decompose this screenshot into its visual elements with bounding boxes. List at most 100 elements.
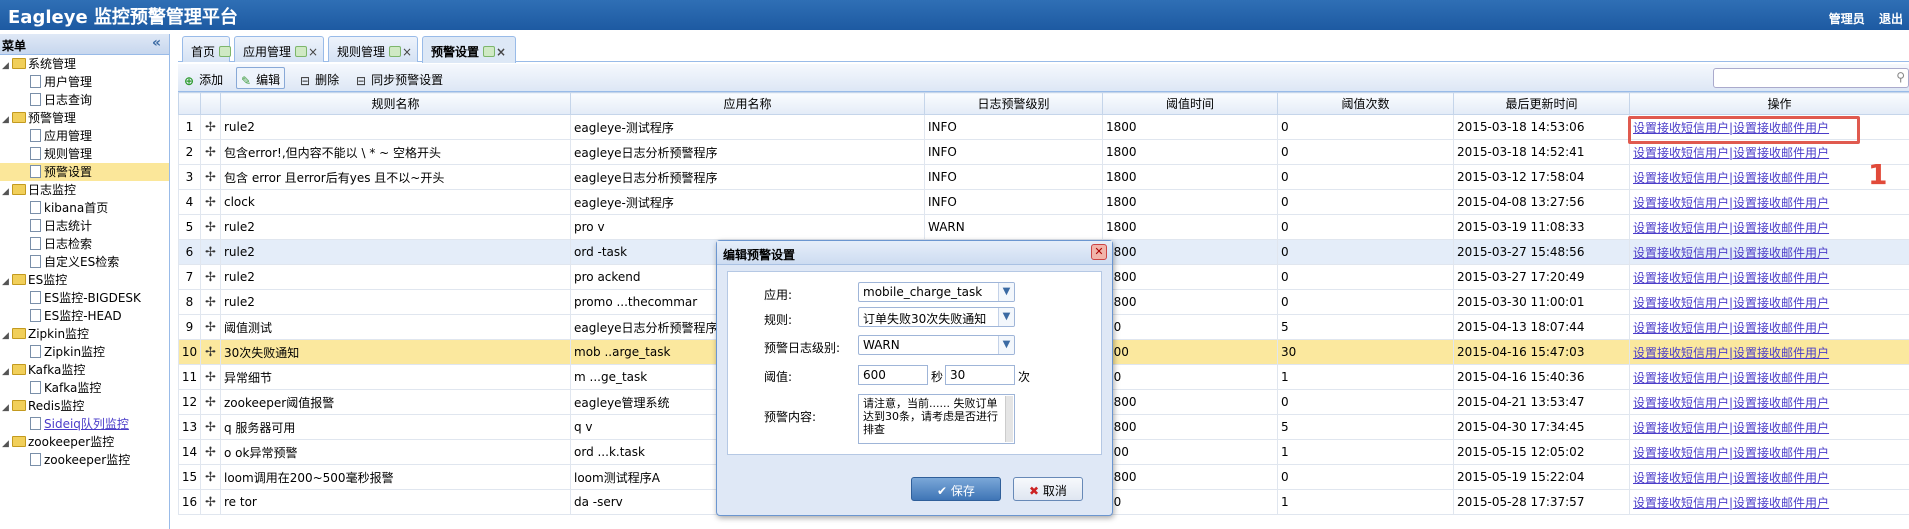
table-row[interactable]: 5 ✢ rule2 pro v WARN 1800 0 2015-03-19 11:08:33… [178,214,1909,240]
expand-row-icon[interactable]: ✢ [200,364,221,390]
set-recipients-link[interactable]: 设置接收短信用户|设置接收邮件用户 [1633,346,1829,360]
expand-row-icon[interactable]: ✢ [200,464,221,490]
rule-select[interactable]: 订单失败30次失败通知 ▼ [858,307,1015,327]
table-row[interactable]: 4 ✢ clock eagleye-测试程序 INFO 1800 0 2015-04-08 1… [178,189,1909,215]
set-recipients-link[interactable]: 设置接收短信用户|设置接收邮件用户 [1633,396,1829,410]
menu-label: 用户管理 [44,75,93,89]
expand-row-icon[interactable]: ✢ [200,139,221,165]
expand-row-icon[interactable]: ✢ [200,264,221,290]
sync-button[interactable]: ⊟ 同步预警设置 [352,67,447,89]
refresh-icon[interactable] [295,46,308,57]
menu-item[interactable]: 日志统计 [0,217,169,235]
expand-row-icon[interactable]: ✢ [200,489,221,515]
column-header[interactable]: 规则名称 [220,92,571,115]
expand-row-icon[interactable]: ✢ [200,414,221,440]
expand-row-icon[interactable]: ✢ [200,164,221,190]
chevron-down-icon[interactable]: ▼ [998,308,1014,326]
set-recipients-link[interactable]: 设置接收短信用户|设置接收邮件用户 [1633,296,1829,310]
column-header[interactable]: 阈值时间 [1102,92,1278,115]
set-recipients-link[interactable]: 设置接收短信用户|设置接收邮件用户 [1633,371,1829,385]
tab-alert-settings[interactable]: 预警设置 × [422,36,516,63]
menu-folder[interactable]: ◢ Redis监控 [0,397,169,415]
close-icon[interactable]: × [308,45,318,59]
menu-folder[interactable]: ◢ 日志监控 [0,181,169,199]
search-input[interactable]: ⚲ [1713,68,1909,88]
menu-item[interactable]: Zipkin监控 [0,343,169,361]
menu-item[interactable]: ES监控-HEAD [0,307,169,325]
menu-folder[interactable]: ◢ ES监控 [0,271,169,289]
delete-button[interactable]: ⊟ 删除 [296,67,343,89]
content-textarea[interactable]: 请注意，当前...... 失败订单达到30条，请考虑是否进行排查 [858,394,1015,444]
expand-row-icon[interactable]: ✢ [200,239,221,265]
collapse-icon[interactable]: « [152,35,161,51]
menu-item[interactable]: zookeeper监控 [0,451,169,469]
menu-item[interactable]: 日志检索 [0,235,169,253]
edit-button[interactable]: ✎ 编辑 [236,67,286,89]
set-recipients-link[interactable]: 设置接收短信用户|设置接收邮件用户 [1633,421,1829,435]
set-recipients-link[interactable]: 设置接收短信用户|设置接收邮件用户 [1633,496,1829,510]
close-icon[interactable]: × [496,45,506,59]
column-header[interactable]: 日志预警级别 [924,92,1103,115]
set-recipients-link[interactable]: 设置接收短信用户|设置接收邮件用户 [1633,246,1829,260]
menu-folder[interactable]: ◢ Zipkin监控 [0,325,169,343]
menu-item[interactable]: 预警设置 [0,163,169,181]
menu-item[interactable]: Kafka监控 [0,379,169,397]
logout-link[interactable]: 退出 [1879,12,1903,26]
cancel-button[interactable]: ✖ 取消 [1013,477,1083,501]
set-recipients-link[interactable]: 设置接收短信用户|设置接收邮件用户 [1633,196,1829,210]
menu-item[interactable]: 日志查询 [0,91,169,109]
level-select[interactable]: WARN ▼ [858,335,1015,355]
close-icon[interactable]: × [402,45,412,59]
tab-home[interactable]: 首页 [182,36,232,62]
expand-row-icon[interactable]: ✢ [200,314,221,340]
menu-label: zookeeper监控 [44,453,131,467]
threshold-seconds-input[interactable]: 600 [858,365,928,385]
menu-item[interactable]: kibana首页 [0,199,169,217]
expand-row-icon[interactable]: ✢ [200,114,221,140]
chevron-down-icon[interactable]: ▼ [998,283,1014,301]
set-recipients-link[interactable]: 设置接收短信用户|设置接收邮件用户 [1633,471,1829,485]
updated-time-cell: 2015-05-19 15:22:04 [1453,464,1630,490]
menu-folder[interactable]: ◢ 预警管理 [0,109,169,127]
column-header[interactable]: 最后更新时间 [1453,92,1630,115]
close-icon[interactable]: ✕ [1091,244,1107,260]
tab-app-management[interactable]: 应用管理 × [234,36,324,62]
expand-row-icon[interactable]: ✢ [200,439,221,465]
set-recipients-link[interactable]: 设置接收短信用户|设置接收邮件用户 [1633,321,1829,335]
menu-folder[interactable]: ◢ Kafka监控 [0,361,169,379]
save-button[interactable]: ✔ 保存 [911,477,1001,501]
scrollbar[interactable] [1005,396,1013,442]
column-header[interactable]: 阈值次数 [1277,92,1454,115]
set-recipients-link[interactable]: 设置接收短信用户|设置接收邮件用户 [1633,221,1829,235]
tab-rule-management[interactable]: 规则管理 × [328,36,418,62]
refresh-icon[interactable] [389,46,402,57]
menu-folder[interactable]: ◢ 系统管理 [0,55,169,73]
menu-folder[interactable]: ◢ zookeeper监控 [0,433,169,451]
menu-item[interactable]: 规则管理 [0,145,169,163]
set-recipients-link[interactable]: 设置接收短信用户|设置接收邮件用户 [1633,271,1829,285]
table-row[interactable]: 3 ✢ 包含 error 且error后有yes 且不以~开头 eagleye日志分析… [178,164,1909,190]
expand-row-icon[interactable]: ✢ [200,214,221,240]
column-header[interactable]: 应用名称 [570,92,925,115]
set-recipients-link[interactable]: 设置接收短信用户|设置接收邮件用户 [1633,171,1829,185]
menu-item[interactable]: ES监控-BIGDESK [0,289,169,307]
refresh-icon[interactable] [219,46,232,57]
user-link[interactable]: 管理员 [1829,12,1865,26]
menu-item[interactable]: 用户管理 [0,73,169,91]
threshold-count-input[interactable]: 30 [945,365,1015,385]
set-recipients-link[interactable]: 设置接收短信用户|设置接收邮件用户 [1633,146,1829,160]
app-label: 应用: [764,288,793,302]
expand-row-icon[interactable]: ✢ [200,189,221,215]
menu-item[interactable]: 应用管理 [0,127,169,145]
expand-row-icon[interactable]: ✢ [200,389,221,415]
refresh-icon[interactable] [483,46,496,57]
expand-row-icon[interactable]: ✢ [200,289,221,315]
add-button[interactable]: ⊕ 添加 [180,67,227,89]
column-header[interactable]: 操作 [1629,92,1909,115]
expand-row-icon[interactable]: ✢ [200,339,221,365]
menu-item[interactable]: 自定义ES检索 [0,253,169,271]
app-select[interactable]: mobile_charge_task ▼ [858,282,1015,302]
set-recipients-link[interactable]: 设置接收短信用户|设置接收邮件用户 [1633,446,1829,460]
menu-item[interactable]: Sideiq队列监控 [0,415,169,433]
chevron-down-icon[interactable]: ▼ [998,336,1014,354]
